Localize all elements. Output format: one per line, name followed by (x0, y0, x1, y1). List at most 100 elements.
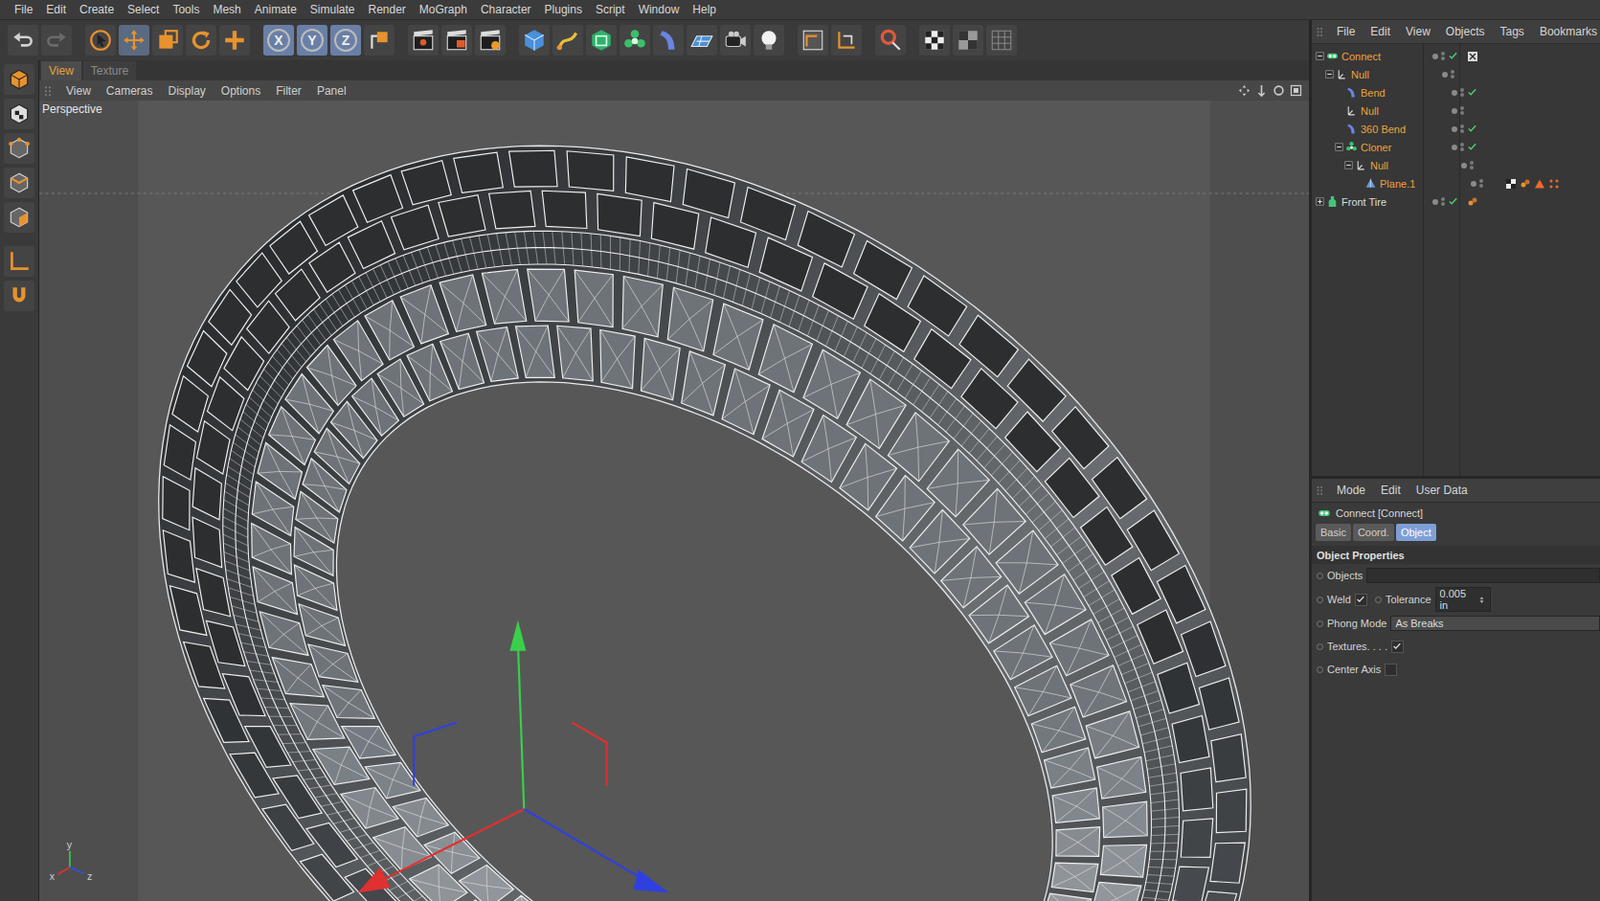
axis-snap-button[interactable] (831, 24, 862, 56)
menu-item[interactable]: File (7, 2, 40, 17)
menu-item[interactable]: Render (361, 2, 413, 17)
link-input[interactable] (1366, 567, 1600, 584)
checkbox-field[interactable]: Textures. . . . (1316, 640, 1404, 654)
object-row[interactable]: 360 Bend (1311, 119, 1600, 138)
menu-item[interactable]: Simulate (303, 2, 362, 17)
render-dots[interactable] (1460, 124, 1465, 134)
redo-button[interactable] (41, 24, 72, 56)
polygons-button[interactable] (3, 202, 35, 233)
cube-button[interactable] (518, 24, 550, 56)
render-dots[interactable] (1450, 69, 1455, 79)
object-name[interactable]: Connect (1341, 50, 1381, 63)
scale-button[interactable] (152, 24, 183, 56)
link-field[interactable]: Objects (1316, 567, 1600, 584)
texture-tool-button[interactable] (3, 98, 35, 130)
render-settings-button[interactable] (474, 24, 506, 56)
animate-dot[interactable] (1316, 620, 1324, 628)
menu-item[interactable]: Bookmarks (1532, 24, 1600, 39)
enable-check[interactable] (1466, 141, 1478, 153)
enable-check[interactable] (1447, 50, 1459, 62)
phong-icon[interactable] (1519, 178, 1532, 190)
enable-check[interactable] (1447, 196, 1459, 207)
floor-button[interactable] (686, 24, 718, 56)
menu-item[interactable]: Edit (39, 2, 73, 17)
viewport-tab[interactable]: View (41, 61, 82, 81)
animate-dot[interactable] (1374, 596, 1382, 604)
object-name[interactable]: Plane.1 (1379, 178, 1416, 190)
plus-box-icon[interactable] (1315, 197, 1325, 206)
object-row[interactable]: Front Tire (1311, 192, 1600, 211)
grid-button[interactable] (986, 24, 1017, 56)
close-icon[interactable] (1466, 50, 1479, 63)
object-row[interactable]: Null (1311, 65, 1600, 84)
points-button[interactable] (3, 133, 35, 164)
object-name[interactable]: Null (1351, 68, 1370, 81)
object-name[interactable]: Cloner (1360, 141, 1392, 154)
render-dots[interactable] (1460, 106, 1465, 115)
nav-zoom-icon[interactable] (1254, 83, 1269, 98)
menu-item[interactable]: Mesh (205, 2, 248, 17)
menu-item[interactable]: Mode (1329, 483, 1374, 497)
add-button[interactable] (219, 24, 250, 56)
number-input[interactable]: 0.005 in (1435, 586, 1491, 612)
attribute-tab[interactable]: Coord. (1352, 523, 1395, 541)
object-row[interactable]: Plane.1 (1311, 174, 1600, 193)
menu-item[interactable]: Tags (1492, 24, 1533, 39)
coord-button[interactable] (363, 24, 395, 56)
number-field[interactable]: Tolerance0.005 in (1374, 586, 1491, 612)
visibility-dot[interactable] (1451, 144, 1458, 151)
render-dots[interactable] (1469, 160, 1474, 170)
axis-button[interactable] (3, 246, 35, 277)
visibility-dot[interactable] (1461, 162, 1467, 169)
render-dots[interactable] (1460, 142, 1465, 152)
light-button[interactable] (753, 24, 785, 56)
minus-box-icon[interactable] (1315, 51, 1325, 61)
render-view-button[interactable] (407, 24, 439, 56)
render-dots[interactable] (1441, 197, 1445, 206)
object-name[interactable]: Bend (1360, 87, 1386, 99)
animate-dot[interactable] (1316, 666, 1324, 674)
visibility-dot[interactable] (1451, 90, 1458, 96)
object-row[interactable]: Connect (1311, 46, 1600, 66)
object-row[interactable]: Null (1311, 156, 1600, 175)
dropdown[interactable]: As Breaks (1390, 615, 1600, 631)
menu-item[interactable]: User Data (1408, 483, 1476, 497)
spinner-icon[interactable] (1477, 595, 1487, 605)
axis-lock-button[interactable]: Y (296, 24, 328, 56)
viewport-menu-item[interactable]: View (58, 84, 99, 98)
menu-item[interactable]: Help (685, 2, 723, 17)
move-button[interactable] (118, 24, 150, 56)
snap-button[interactable] (3, 280, 35, 312)
minus-box-icon[interactable] (1334, 142, 1344, 152)
menu-item[interactable]: Character (473, 2, 539, 17)
viewport-menu-item[interactable]: Panel (309, 84, 355, 98)
subdivision-button[interactable] (585, 24, 617, 56)
checkbox[interactable] (1384, 663, 1398, 677)
menu-item[interactable]: Edit (1362, 24, 1398, 39)
object-name[interactable]: Null (1360, 105, 1379, 117)
checkbox[interactable] (1354, 593, 1368, 607)
minus-box-icon[interactable] (1325, 69, 1334, 79)
enable-check[interactable] (1466, 123, 1478, 135)
menu-item[interactable]: Animate (247, 2, 304, 17)
checkbox-field[interactable]: Weld (1316, 593, 1368, 607)
menu-item[interactable]: Tools (165, 2, 206, 17)
animate-dot[interactable] (1316, 643, 1324, 651)
menu-item[interactable]: Create (72, 2, 121, 17)
edges-button[interactable] (3, 167, 35, 199)
nav-rotate-icon[interactable] (1271, 83, 1286, 98)
axis-lock-button[interactable]: Z (330, 24, 361, 56)
menu-item[interactable]: Script (588, 2, 632, 17)
object-row[interactable]: Bend (1311, 83, 1600, 102)
visibility-dot[interactable] (1470, 180, 1477, 187)
undo-button[interactable] (7, 24, 39, 56)
help-button[interactable] (875, 24, 906, 56)
animate-dot[interactable] (1316, 596, 1324, 604)
object-name[interactable]: Front Tire (1341, 196, 1387, 208)
workplane-button[interactable] (797, 24, 829, 56)
attribute-tab[interactable]: Object (1396, 523, 1437, 541)
enable-check[interactable] (1486, 178, 1497, 189)
select-button[interactable] (85, 24, 116, 56)
nav-move-icon[interactable] (1237, 83, 1252, 98)
nav-maximize-icon[interactable] (1288, 83, 1304, 98)
